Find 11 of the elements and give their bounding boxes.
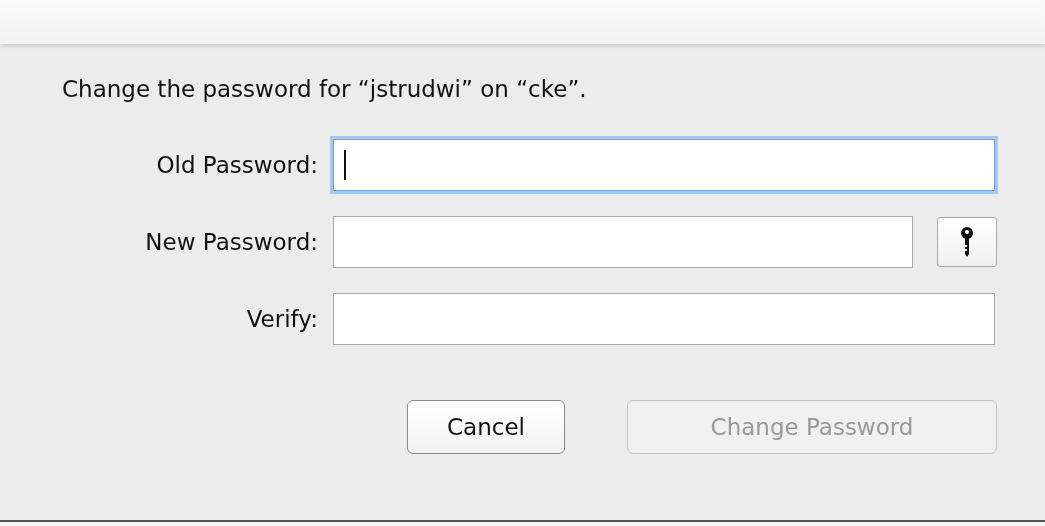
password-field[interactable] — [333, 293, 995, 345]
password-assistant-button[interactable] — [937, 217, 997, 267]
field-label: New Password: — [145, 229, 318, 255]
password-field[interactable] — [333, 139, 995, 191]
dialog-message: Change the password for “jstrudwi” on “cke”. — [62, 75, 588, 104]
cancel-button[interactable]: Cancel — [407, 400, 565, 454]
text-cursor — [344, 150, 346, 180]
field-label: Verify: — [246, 306, 318, 332]
field-label: Old Password: — [156, 152, 318, 178]
key-icon — [958, 226, 976, 258]
password-field[interactable] — [333, 216, 913, 268]
